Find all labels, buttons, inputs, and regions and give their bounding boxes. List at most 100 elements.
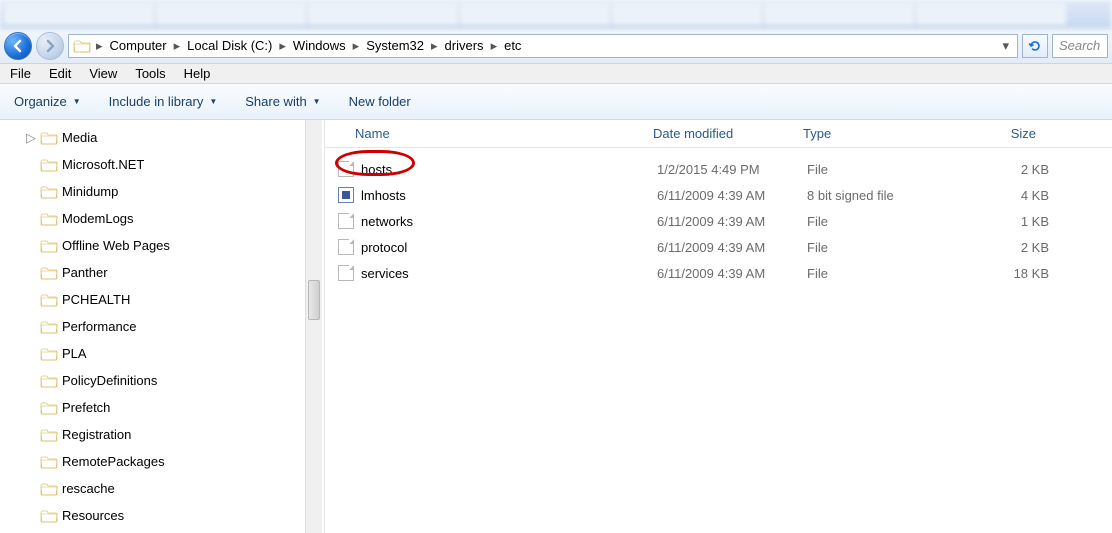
- tree-item-microsoft-net[interactable]: ▷Microsoft.NET: [0, 151, 305, 178]
- tree-scrollbar[interactable]: [305, 120, 322, 533]
- file-name: services: [361, 266, 657, 281]
- file-row-services[interactable]: services6/11/2009 4:39 AMFile18 KB: [325, 260, 1112, 286]
- file-name: lmhosts: [361, 188, 657, 203]
- tree-item-pchealth[interactable]: ▷PCHEALTH: [0, 286, 305, 313]
- file-size: 4 KB: [957, 188, 1049, 203]
- menu-tools[interactable]: Tools: [127, 64, 173, 84]
- tree-item-pla[interactable]: ▷PLA: [0, 340, 305, 367]
- address-dropdown-icon[interactable]: ▾: [998, 38, 1013, 54]
- folder-icon: [73, 37, 91, 55]
- chevron-down-icon: ▼: [73, 97, 81, 106]
- scrollbar-thumb[interactable]: [308, 280, 320, 320]
- crumb-windows[interactable]: Windows: [291, 38, 348, 53]
- folder-icon: [40, 482, 58, 496]
- file-icon: [338, 187, 354, 203]
- file-row-protocol[interactable]: protocol6/11/2009 4:39 AMFile2 KB: [325, 234, 1112, 260]
- file-type: File: [807, 162, 957, 177]
- chevron-right-icon: ▸: [350, 38, 363, 54]
- folder-icon: [40, 185, 58, 199]
- column-header-type[interactable]: Type: [795, 126, 945, 141]
- crumb-system32[interactable]: System32: [364, 38, 426, 53]
- tree-item-label: PolicyDefinitions: [62, 373, 157, 388]
- column-header-name[interactable]: Name: [325, 126, 645, 141]
- organize-button[interactable]: Organize▼: [10, 90, 85, 113]
- tree-item-media[interactable]: ▷ Media: [0, 124, 305, 151]
- tree-item-resources[interactable]: ▷Resources: [0, 502, 305, 529]
- folder-icon: [40, 131, 58, 145]
- file-row-networks[interactable]: networks6/11/2009 4:39 AMFile1 KB: [325, 208, 1112, 234]
- file-icon: [338, 213, 354, 229]
- column-header-date[interactable]: Date modified: [645, 126, 795, 141]
- crumb-etc[interactable]: etc: [502, 38, 523, 53]
- menu-help[interactable]: Help: [176, 64, 219, 84]
- chevron-down-icon: ▼: [209, 97, 217, 106]
- file-size: 2 KB: [957, 162, 1049, 177]
- folder-icon: [40, 239, 58, 253]
- tree-item-label: Performance: [62, 319, 136, 334]
- file-type: File: [807, 266, 957, 281]
- forward-button[interactable]: [36, 32, 64, 60]
- file-size: 1 KB: [957, 214, 1049, 229]
- crumb-localdisk[interactable]: Local Disk (C:): [185, 38, 274, 53]
- tree-item-offline-web-pages[interactable]: ▷Offline Web Pages: [0, 232, 305, 259]
- crumb-computer[interactable]: Computer: [108, 38, 169, 53]
- file-type: File: [807, 214, 957, 229]
- file-date: 1/2/2015 4:49 PM: [657, 162, 807, 177]
- file-name: networks: [361, 214, 657, 229]
- file-date: 6/11/2009 4:39 AM: [657, 266, 807, 281]
- file-date: 6/11/2009 4:39 AM: [657, 214, 807, 229]
- search-placeholder: Search: [1059, 38, 1100, 53]
- folder-icon: [40, 347, 58, 361]
- tree-item-prefetch[interactable]: ▷Prefetch: [0, 394, 305, 421]
- tree-item-label: Resources: [62, 508, 124, 523]
- menu-bar: File Edit View Tools Help: [0, 64, 1112, 84]
- include-in-library-button[interactable]: Include in library▼: [105, 90, 222, 113]
- folder-icon: [40, 401, 58, 415]
- file-icon: [338, 239, 354, 255]
- file-date: 6/11/2009 4:39 AM: [657, 240, 807, 255]
- main-content: ▷Media▷Microsoft.NET▷Minidump▷ModemLogs▷…: [0, 120, 1112, 533]
- tree-item-label: PCHEALTH: [62, 292, 130, 307]
- chevron-right-icon: ▸: [93, 38, 106, 54]
- tree-item-rescache[interactable]: ▷rescache: [0, 475, 305, 502]
- tree-item-modemlogs[interactable]: ▷ModemLogs: [0, 205, 305, 232]
- tree-item-remotepackages[interactable]: ▷RemotePackages: [0, 448, 305, 475]
- refresh-button[interactable]: [1022, 34, 1048, 58]
- column-header-size[interactable]: Size: [945, 126, 1045, 141]
- file-type: 8 bit signed file: [807, 188, 957, 203]
- crumb-drivers[interactable]: drivers: [443, 38, 486, 53]
- menu-file[interactable]: File: [2, 64, 39, 84]
- tree-item-label: Media: [62, 130, 97, 145]
- file-name: hosts: [361, 162, 657, 177]
- tree-item-label: rescache: [62, 481, 115, 496]
- file-row-lmhosts[interactable]: lmhosts6/11/2009 4:39 AM8 bit signed fil…: [325, 182, 1112, 208]
- share-with-button[interactable]: Share with▼: [241, 90, 324, 113]
- file-size: 18 KB: [957, 266, 1049, 281]
- folder-icon: [40, 266, 58, 280]
- search-input[interactable]: Search: [1052, 34, 1108, 58]
- menu-view[interactable]: View: [81, 64, 125, 84]
- tree-item-policydefinitions[interactable]: ▷PolicyDefinitions: [0, 367, 305, 394]
- folder-icon: [40, 428, 58, 442]
- file-name: protocol: [361, 240, 657, 255]
- tree-item-label: Microsoft.NET: [62, 157, 144, 172]
- tree-item-performance[interactable]: ▷Performance: [0, 313, 305, 340]
- tree-item-label: Prefetch: [62, 400, 110, 415]
- file-row-hosts[interactable]: hosts1/2/2015 4:49 PMFile2 KB: [325, 156, 1112, 182]
- expand-arrow-icon[interactable]: ▷: [26, 130, 36, 146]
- menu-edit[interactable]: Edit: [41, 64, 79, 84]
- back-button[interactable]: [4, 32, 32, 60]
- chevron-right-icon: ▸: [428, 38, 441, 54]
- tree-item-label: ModemLogs: [62, 211, 134, 226]
- tree-item-panther[interactable]: ▷Panther: [0, 259, 305, 286]
- file-rows: hosts1/2/2015 4:49 PMFile2 KBlmhosts6/11…: [325, 148, 1112, 286]
- tree-item-minidump[interactable]: ▷Minidump: [0, 178, 305, 205]
- folder-tree[interactable]: ▷Media▷Microsoft.NET▷Minidump▷ModemLogs▷…: [0, 120, 305, 533]
- folder-icon: [40, 158, 58, 172]
- file-date: 6/11/2009 4:39 AM: [657, 188, 807, 203]
- tree-item-registration[interactable]: ▷Registration: [0, 421, 305, 448]
- address-bar[interactable]: ▸ Computer ▸ Local Disk (C:) ▸ Windows ▸…: [68, 34, 1018, 58]
- new-folder-button[interactable]: New folder: [345, 90, 415, 113]
- file-size: 2 KB: [957, 240, 1049, 255]
- tree-item-label: Registration: [62, 427, 131, 442]
